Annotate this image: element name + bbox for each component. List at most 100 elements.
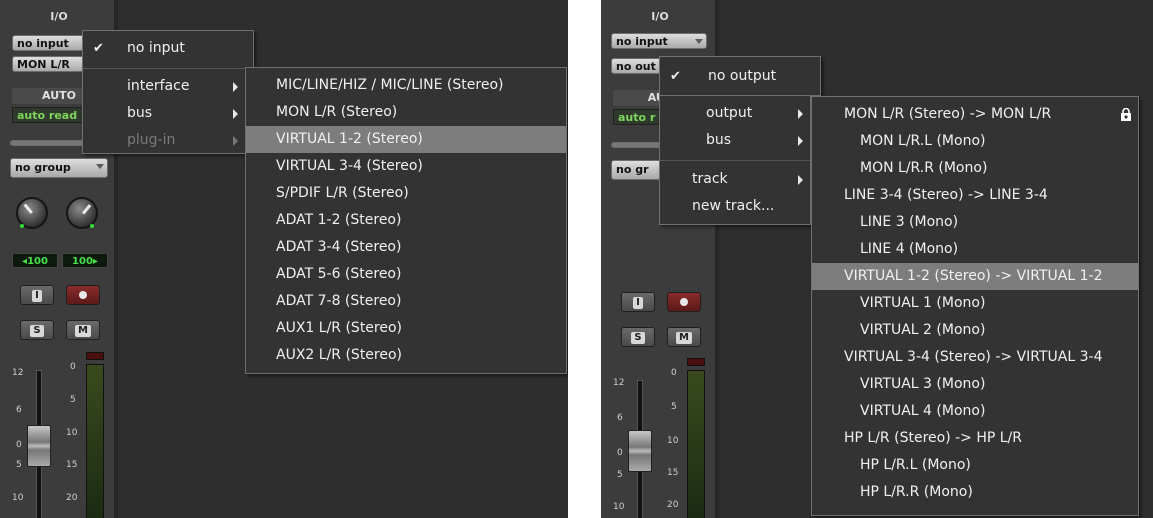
input-monitor-button[interactable]: I (621, 292, 655, 312)
pan-indicator-icon (90, 224, 94, 228)
left-panel: I/O no input MON L/R AUTO auto read no g… (0, 0, 568, 518)
meter-scale-label: 0 (70, 362, 76, 372)
submenu-item-label: S/PDIF L/R (Stereo) (276, 185, 409, 201)
menu-item-no-output[interactable]: ✔ no output (660, 63, 820, 90)
submenu-item-label: VIRTUAL 1-2 (Stereo) (276, 131, 423, 147)
chevron-down-icon (695, 39, 703, 44)
submenu-item[interactable]: AUX2 L/R (Stereo) (246, 342, 566, 369)
submenu-item-highlighted[interactable]: VIRTUAL 1-2 (Stereo) (246, 126, 566, 153)
submenu-item[interactable]: ADAT 5-6 (Stereo) (246, 261, 566, 288)
group-selector-label: no gr (616, 163, 649, 176)
submenu-item[interactable]: MIC/LINE/HIZ / MIC/LINE (Stereo) (246, 72, 566, 99)
volume-fader[interactable] (628, 430, 652, 472)
submenu-item[interactable]: LINE 4 (Mono) (812, 236, 1138, 263)
interface-submenu: MIC/LINE/HIZ / MIC/LINE (Stereo) MON L/R… (245, 67, 567, 374)
submenu-item-label: HP L/R.L (Mono) (860, 457, 971, 473)
submenu-item[interactable]: VIRTUAL 4 (Mono) (812, 398, 1138, 425)
solo-button[interactable]: S (621, 327, 655, 347)
menu-item-new-track[interactable]: new track... (660, 193, 810, 220)
submenu-arrow-icon (798, 136, 803, 146)
submenu-item[interactable]: HP L/R.R (Mono) (812, 479, 1138, 506)
submenu-item[interactable]: VIRTUAL 1 (Mono) (812, 290, 1138, 317)
menu-item-plug-in: plug-in (83, 127, 253, 154)
submenu-item-label: ADAT 3-4 (Stereo) (276, 239, 402, 255)
fader-scale-label: 6 (617, 413, 623, 423)
submenu-item[interactable]: MON L/R.R (Mono) (812, 155, 1138, 182)
submenu-item[interactable]: MON L/R.L (Mono) (812, 128, 1138, 155)
meter-scale-label: 20 (667, 500, 679, 510)
pan-knob-right[interactable] (66, 197, 98, 229)
menu-item-track[interactable]: track (660, 166, 810, 193)
submenu-item-label: ADAT 7-8 (Stereo) (276, 293, 402, 309)
submenu-item[interactable]: LINE 3 (Mono) (812, 209, 1138, 236)
record-icon (79, 291, 87, 299)
mute-button[interactable]: M (667, 327, 701, 347)
meter-scale-label: 5 (70, 395, 76, 405)
submenu-item[interactable]: VIRTUAL 3 (Mono) (812, 371, 1138, 398)
input-button-label: I (32, 290, 42, 302)
menu-item-bus[interactable]: bus (83, 100, 253, 127)
menu-item-label: track (692, 171, 728, 187)
checkmark-icon: ✔ (670, 69, 681, 84)
output-menu-top: ✔ no output (659, 56, 821, 96)
submenu-item-label: MIC/LINE/HIZ / MIC/LINE (Stereo) (276, 77, 504, 93)
meter-scale-label: 10 (66, 428, 78, 438)
menu-item-interface[interactable]: interface (83, 73, 253, 100)
submenu-item[interactable]: AUX1 L/R (Stereo) (246, 315, 566, 342)
submenu-item[interactable]: ADAT 7-8 (Stereo) (246, 288, 566, 315)
fader-scale-label: 12 (12, 368, 24, 378)
clip-indicator[interactable] (687, 358, 705, 366)
menu-item-output[interactable]: output (660, 100, 810, 127)
record-arm-button[interactable] (66, 285, 100, 305)
submenu-item[interactable]: VIRTUAL 2 (Mono) (812, 317, 1138, 344)
pan-right-value[interactable]: 100▸ (62, 253, 108, 268)
menu-item-no-input[interactable]: ✔ no input (83, 35, 253, 62)
submenu-item[interactable]: LINE 3-4 (Stereo) -> LINE 3-4 (812, 182, 1138, 209)
submenu-item-label: LINE 3 (Mono) (860, 214, 959, 230)
input-monitor-button[interactable]: I (20, 285, 54, 305)
submenu-item[interactable]: VIRTUAL 3-4 (Stereo) (246, 153, 566, 180)
menu-item-label: bus (127, 105, 153, 121)
menu-separator (660, 160, 810, 161)
submenu-arrow-icon (798, 109, 803, 119)
meter-scale-label: 5 (671, 402, 677, 412)
submenu-item[interactable]: MON L/R (Stereo) -> MON L/R (812, 101, 1138, 128)
menu-item-bus[interactable]: bus (660, 127, 810, 154)
submenu-item[interactable]: S/PDIF L/R (Stereo) (246, 180, 566, 207)
meter-scale-label: 0 (671, 368, 677, 378)
menu-item-label: bus (706, 132, 732, 148)
input-selector[interactable]: no input (611, 33, 707, 49)
mute-button-label: M (75, 325, 91, 337)
submenu-item[interactable]: VIRTUAL 3-4 (Stereo) -> VIRTUAL 3-4 (812, 344, 1138, 371)
submenu-item[interactable]: MON L/R (Stereo) (246, 99, 566, 126)
volume-fader[interactable] (27, 425, 51, 467)
submenu-item-label: LINE 3-4 (Stereo) -> LINE 3-4 (844, 187, 1048, 203)
record-arm-button[interactable] (667, 292, 701, 312)
solo-button-label: S (631, 332, 645, 344)
fader-scale-label: 5 (617, 470, 623, 480)
submenu-item-label: VIRTUAL 3 (Mono) (860, 376, 986, 392)
submenu-item-highlighted[interactable]: VIRTUAL 1-2 (Stereo) -> VIRTUAL 1-2 (812, 263, 1138, 290)
submenu-item-label: MON L/R (Stereo) -> MON L/R (844, 106, 1052, 122)
clip-indicator[interactable] (86, 352, 104, 360)
input-menu: ✔ no input interface bus plug-in (82, 30, 254, 154)
pan-knob-left[interactable] (16, 197, 48, 229)
submenu-item-label: ADAT 1-2 (Stereo) (276, 212, 402, 228)
fader-scale-label: 0 (16, 440, 22, 450)
fader-scale-label: 6 (16, 405, 22, 415)
submenu-item[interactable]: HP L/R (Stereo) -> HP L/R (812, 425, 1138, 452)
submenu-item[interactable]: HP L/R.L (Mono) (812, 452, 1138, 479)
menu-item-label: output (706, 105, 753, 121)
submenu-item[interactable]: ADAT 3-4 (Stereo) (246, 234, 566, 261)
submenu-item[interactable]: ADAT 1-2 (Stereo) (246, 207, 566, 234)
menu-item-label: plug-in (127, 132, 176, 148)
checkmark-icon: ✔ (93, 41, 104, 56)
output-selector-label: MON L/R (17, 58, 70, 71)
menu-item-label: no input (127, 40, 185, 56)
meter-scale-label: 15 (667, 468, 679, 478)
submenu-item-label: VIRTUAL 1 (Mono) (860, 295, 986, 311)
group-selector[interactable]: no group (10, 158, 108, 178)
pan-left-value[interactable]: ◂100 (12, 253, 58, 268)
solo-button[interactable]: S (20, 320, 54, 340)
mute-button[interactable]: M (66, 320, 100, 340)
